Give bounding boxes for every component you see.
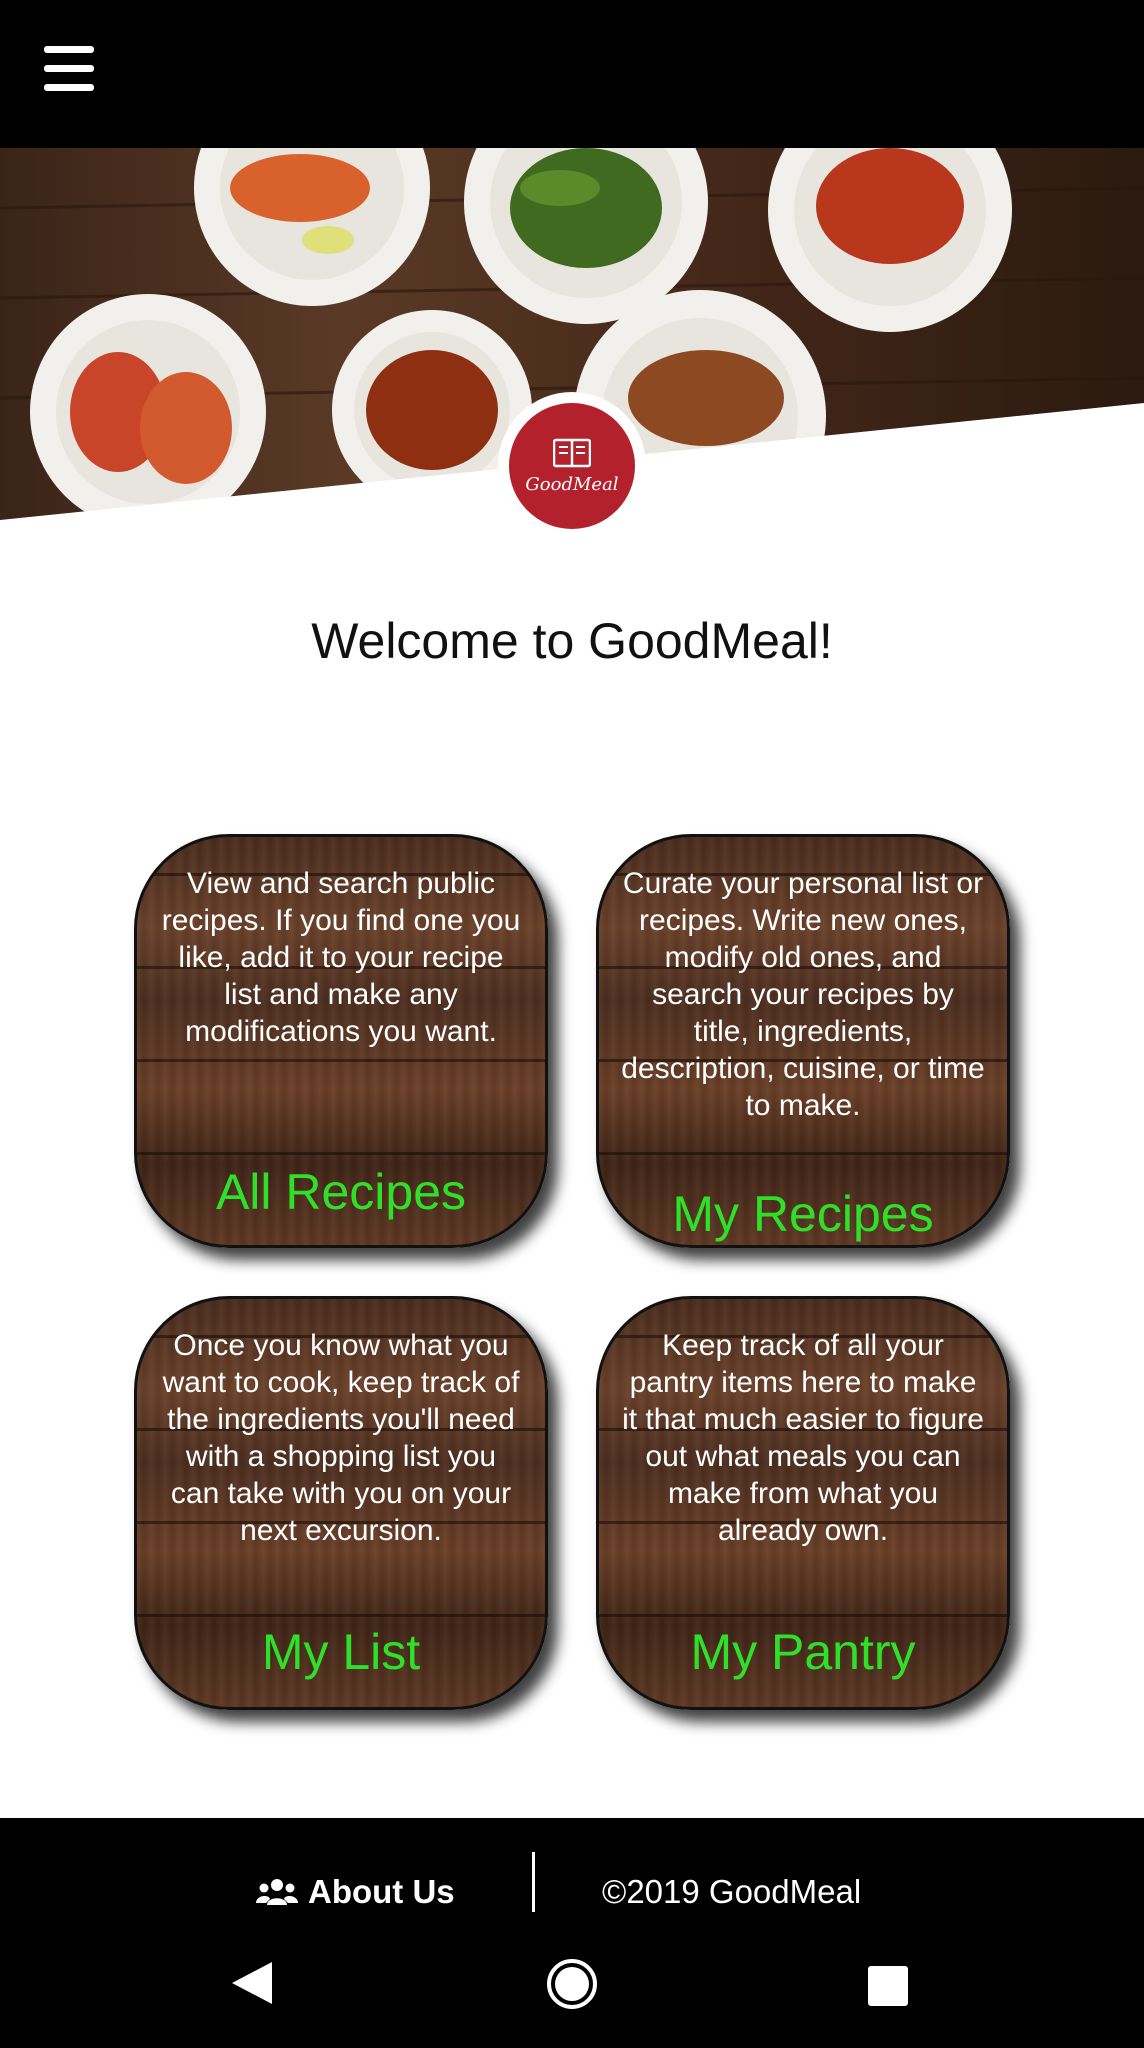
card-title: My Recipes bbox=[672, 1186, 934, 1242]
my-list-card[interactable]: Once you know what you want to cook, kee… bbox=[134, 1296, 548, 1710]
system-nav-bar bbox=[0, 1914, 1144, 2048]
about-us-label: About Us bbox=[308, 1873, 455, 1910]
hamburger-menu-icon[interactable] bbox=[44, 46, 94, 92]
footer: About Us ©2019 GoodMeal bbox=[0, 1818, 1144, 1914]
top-app-bar bbox=[0, 0, 1144, 148]
my-recipes-card[interactable]: Curate your personal list or recipes. Wr… bbox=[596, 834, 1010, 1248]
recent-apps-square-icon[interactable] bbox=[868, 1966, 908, 2006]
card-description: Keep track of all your pantry items here… bbox=[622, 1329, 984, 1547]
copyright-text: ©2019 GoodMeal bbox=[602, 1873, 862, 1910]
card-description: Curate your personal list or recipes. Wr… bbox=[621, 867, 985, 1122]
home-circle-icon[interactable] bbox=[546, 1958, 598, 2010]
page-title: Welcome to GoodMeal! bbox=[311, 613, 833, 669]
card-title: My Pantry bbox=[690, 1624, 916, 1680]
my-pantry-card[interactable]: Keep track of all your pantry items here… bbox=[596, 1296, 1010, 1710]
card-title: All Recipes bbox=[215, 1164, 467, 1220]
goodmeal-logo: GoodMeal bbox=[498, 392, 646, 540]
logo-text: GoodMeal bbox=[525, 473, 619, 495]
users-icon bbox=[256, 1879, 298, 1905]
open-book-icon bbox=[553, 438, 591, 467]
card-description: Once you know what you want to cook, kee… bbox=[162, 1329, 520, 1547]
card-description: View and search public recipes. If you f… bbox=[161, 867, 521, 1048]
all-recipes-card[interactable]: View and search public recipes. If you f… bbox=[134, 834, 548, 1248]
card-title: My List bbox=[261, 1624, 421, 1680]
back-triangle-icon[interactable] bbox=[230, 1960, 274, 2006]
about-us-link[interactable]: About Us bbox=[256, 1872, 455, 1912]
footer-divider bbox=[532, 1852, 535, 1912]
